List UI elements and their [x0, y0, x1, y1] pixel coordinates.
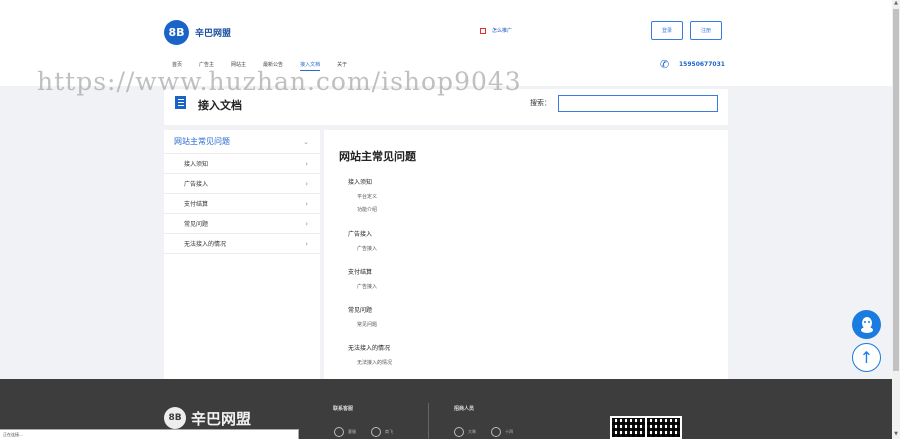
qq-icon [371, 427, 381, 437]
logo-icon: 8B [164, 20, 189, 45]
qq-float-button[interactable] [852, 310, 881, 339]
qr-code [610, 416, 682, 439]
section-access-notes: 接入须知 平台定义 功能介绍 [348, 177, 377, 213]
back-to-top-button[interactable]: ↑ [852, 343, 881, 372]
browser-status-bar: 正在连接... [0, 429, 299, 439]
section-title: 常见问题 [348, 307, 373, 314]
section-title: 广告接入 [348, 231, 373, 238]
contact-name: 客服 [348, 429, 356, 434]
section-payment: 支付结算 广告接入 [348, 267, 377, 290]
chevron-right-icon: › [305, 219, 308, 228]
document-icon [175, 96, 186, 109]
chevron-right-icon: › [305, 179, 308, 188]
scroll-down-arrow[interactable]: ▼ [892, 431, 900, 439]
section-link[interactable]: 常见问题 [357, 321, 377, 328]
partner-name: 十四 [505, 429, 513, 434]
partner-name: 大咪 [468, 429, 476, 434]
phone-icon: ✆ [660, 58, 670, 71]
scroll-thumb[interactable] [893, 9, 899, 371]
section-title: 接入须知 [348, 179, 373, 186]
scroll-up-arrow[interactable]: ▲ [892, 0, 900, 8]
sidebar-group-label: 网站主常见问题 [174, 137, 230, 146]
sidebar-item-payment[interactable]: 支付结算 › [164, 194, 320, 214]
phone-number: 15950677031 [679, 61, 725, 68]
sidebar-item-label: 常见问题 [184, 221, 209, 228]
promo-text: 怎么推广 [492, 28, 513, 34]
watermark-text: https://www.huzhan.com/ishop9043 [37, 67, 522, 96]
footer-logo-icon: 8B [164, 407, 186, 429]
sidebar-item-cannot-access[interactable]: 无法接入的情况 › [164, 234, 320, 254]
speaker-icon [480, 27, 486, 34]
qq-icon [334, 427, 344, 437]
footer-partner-title: 招商人员 [454, 406, 475, 412]
qq-icon [454, 427, 464, 437]
section-link[interactable]: 平台定义 [357, 193, 377, 200]
qq-icon [491, 427, 501, 437]
qr-code-image [612, 418, 645, 437]
sidebar-item-faq[interactable]: 常见问题 › [164, 214, 320, 234]
login-button[interactable]: 登录 [651, 21, 683, 40]
chevron-down-icon: ⌄ [303, 137, 309, 146]
register-button[interactable]: 注册 [690, 21, 722, 40]
footer-brand-name: 辛巴网盟 [191, 409, 252, 428]
chevron-right-icon: › [305, 199, 308, 208]
vertical-scrollbar[interactable]: ▲ ▼ [892, 0, 900, 439]
section-ad-access: 广告接入 广告接入 [348, 229, 377, 252]
footer-contact-2[interactable]: 商飞 [371, 427, 393, 437]
section-title: 支付结算 [348, 269, 373, 276]
footer-divider [428, 403, 429, 439]
footer-contact-title: 联系客服 [333, 406, 354, 412]
sidebar-item-label: 接入须知 [184, 161, 209, 168]
section-cannot-access: 无法接入的情况 无法接入的情况 [348, 343, 392, 366]
qr-code-image [647, 418, 680, 437]
footer-contact-1[interactable]: 客服 [334, 427, 356, 437]
footer-logo: 8B 辛巴网盟 [164, 407, 251, 429]
footer-partner-1[interactable]: 大咪 [454, 427, 476, 437]
chevron-right-icon: › [305, 159, 308, 168]
arrow-up-icon: ↑ [859, 348, 874, 367]
sidebar-item-ad-access[interactable]: 广告接入 › [164, 174, 320, 194]
sidebar-item-label: 无法接入的情况 [184, 241, 227, 248]
contact-name: 商飞 [385, 429, 393, 434]
page-title: 接入文档 [198, 99, 242, 112]
footer-partner-2[interactable]: 十四 [491, 427, 513, 437]
sidebar-item-access-notes[interactable]: 接入须知 › [164, 154, 320, 174]
section-link[interactable]: 广告接入 [357, 245, 377, 252]
doc-content: 网站主常见问题 接入须知 平台定义 功能介绍 广告接入 广告接入 支付结算 广告… [324, 130, 728, 380]
phone-contact: ✆ 15950677031 [660, 59, 725, 70]
brand-name: 辛巴网盟 [195, 29, 232, 39]
section-faq: 常见问题 常见问题 [348, 305, 377, 328]
sidebar-item-label: 广告接入 [184, 181, 209, 188]
content-title: 网站主常见问题 [339, 150, 416, 163]
site-logo[interactable]: 8B 辛巴网盟 [164, 20, 231, 45]
section-link[interactable]: 广告接入 [357, 283, 377, 290]
sidebar-item-label: 支付结算 [184, 201, 209, 208]
search-input[interactable] [558, 95, 718, 112]
sidebar-group-header[interactable]: 网站主常见问题 ⌄ [164, 130, 320, 154]
search-label: 搜索： [530, 99, 551, 107]
chevron-right-icon: › [305, 239, 308, 248]
section-title: 无法接入的情况 [348, 345, 391, 352]
doc-sidebar: 网站主常见问题 ⌄ 接入须知 › 广告接入 › 支付结算 › 常见问题 › 无法… [164, 130, 320, 380]
page: 8B 辛巴网盟 怎么推广 登录 注册 首页 广告主 网站主 最新公告 接入文档 … [0, 0, 900, 439]
section-link[interactable]: 无法接入的情况 [357, 359, 392, 366]
promo-link[interactable]: 怎么推广 [480, 27, 512, 34]
section-link[interactable]: 功能介绍 [357, 206, 377, 213]
qq-icon [860, 316, 873, 333]
